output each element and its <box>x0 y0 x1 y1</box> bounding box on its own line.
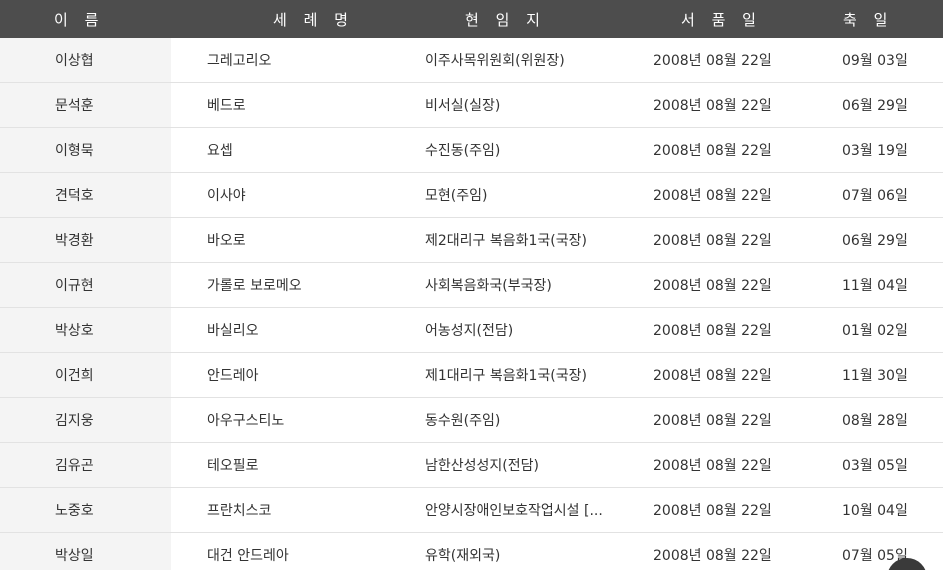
cell-assignment: 비서실(실장) <box>425 98 501 114</box>
cell-assignment: 수진동(주임) <box>425 143 501 159</box>
cell-feast-day: 01월 02일 <box>842 323 908 339</box>
cell-ordination-date: 2008년 08월 22일 <box>653 278 772 294</box>
cell-assignment: 모현(주임) <box>425 188 488 204</box>
cell-assignment: 어농성지(전담) <box>425 323 514 339</box>
cell-assignment: 동수원(주임) <box>425 413 501 429</box>
table-row[interactable]: 이상협 그레고리오 이주사목위원회(위원장) 2008년 08월 22일 09월 03일 <box>0 38 943 83</box>
cell-feast-day: 03월 19일 <box>842 143 908 159</box>
cell-ordination-date: 2008년 08월 22일 <box>653 98 772 114</box>
cell-assignment: 제2대리구 복음화1국(국장) <box>425 233 587 249</box>
cell-baptismal-name: 바실리오 <box>207 323 259 339</box>
cell-assignment: 안양시장애인보호작업시설 [... <box>425 503 603 519</box>
cell-baptismal-name: 바오로 <box>207 233 246 249</box>
cell-baptismal-name: 이사야 <box>207 188 246 204</box>
cell-assignment: 유학(재외국) <box>425 548 501 564</box>
table-body: 이상협 그레고리오 이주사목위원회(위원장) 2008년 08월 22일 09월 03일… <box>0 38 943 570</box>
table-row[interactable]: 김지웅 아우구스티노 동수원(주임) 2008년 08월 22일 08월 28일 <box>0 398 943 443</box>
cell-baptismal-name: 테오필로 <box>207 458 259 474</box>
cell-ordination-date: 2008년 08월 22일 <box>653 503 772 519</box>
cell-ordination-date: 2008년 08월 22일 <box>653 53 772 69</box>
cell-ordination-date: 2008년 08월 22일 <box>653 323 772 339</box>
cell-assignment: 사회복음화국(부국장) <box>425 278 552 294</box>
cell-name[interactable]: 견덕호 <box>0 173 171 217</box>
cell-ordination-date: 2008년 08월 22일 <box>653 458 772 474</box>
header-name[interactable]: 이 름 <box>0 9 171 30</box>
priest-table: 이 름 세 례 명 현 임 지 서 품 일 축 일 이상협 그레고리오 이주사목위원… <box>0 0 943 570</box>
cell-feast-day: 09월 03일 <box>842 53 908 69</box>
table-row[interactable]: 김유곤 테오필로 남한산성성지(전담) 2008년 08월 22일 03월 05일 <box>0 443 943 488</box>
table-row[interactable]: 이형묵 요셉 수진동(주임) 2008년 08월 22일 03월 19일 <box>0 128 943 173</box>
header-ordination-date[interactable]: 서 품 일 <box>617 9 800 30</box>
cell-ordination-date: 2008년 08월 22일 <box>653 368 772 384</box>
cell-name[interactable]: 문석훈 <box>0 83 171 127</box>
cell-assignment: 이주사목위원회(위원장) <box>425 53 565 69</box>
cell-name[interactable]: 김유곤 <box>0 443 171 487</box>
table-row[interactable]: 견덕호 이사야 모현(주임) 2008년 08월 22일 07월 06일 <box>0 173 943 218</box>
cell-ordination-date: 2008년 08월 22일 <box>653 188 772 204</box>
cell-baptismal-name: 안드레아 <box>207 368 259 384</box>
cell-name[interactable]: 노중호 <box>0 488 171 532</box>
cell-name[interactable]: 김지웅 <box>0 398 171 442</box>
cell-ordination-date: 2008년 08월 22일 <box>653 413 772 429</box>
cell-baptismal-name: 대건 안드레아 <box>207 548 289 564</box>
cell-name[interactable]: 박상호 <box>0 308 171 352</box>
table-header: 이 름 세 례 명 현 임 지 서 품 일 축 일 <box>0 0 943 38</box>
cell-ordination-date: 2008년 08월 22일 <box>653 143 772 159</box>
table-row[interactable]: 박상일 대건 안드레아 유학(재외국) 2008년 08월 22일 07월 05일 <box>0 533 943 570</box>
cell-feast-day: 10월 04일 <box>842 503 908 519</box>
header-assignment[interactable]: 현 임 지 <box>390 9 617 30</box>
cell-feast-day: 08월 28일 <box>842 413 908 429</box>
cell-name[interactable]: 이상협 <box>0 38 171 82</box>
cell-baptismal-name: 아우구스티노 <box>207 413 285 429</box>
cell-feast-day: 06월 29일 <box>842 233 908 249</box>
table-row[interactable]: 박상호 바실리오 어농성지(전담) 2008년 08월 22일 01월 02일 <box>0 308 943 353</box>
table-row[interactable]: 박경환 바오로 제2대리구 복음화1국(국장) 2008년 08월 22일 06월 29… <box>0 218 943 263</box>
cell-ordination-date: 2008년 08월 22일 <box>653 233 772 249</box>
cell-name[interactable]: 이규현 <box>0 263 171 307</box>
cell-feast-day: 07월 06일 <box>842 188 908 204</box>
header-baptismal-name[interactable]: 세 례 명 <box>171 9 390 30</box>
cell-name[interactable]: 박상일 <box>0 533 171 570</box>
cell-baptismal-name: 가롤로 보로메오 <box>207 278 302 294</box>
cell-feast-day: 11월 30일 <box>842 368 908 384</box>
table-row[interactable]: 이규현 가롤로 보로메오 사회복음화국(부국장) 2008년 08월 22일 11월 0… <box>0 263 943 308</box>
table-row[interactable]: 노중호 프란치스코 안양시장애인보호작업시설 [... 2008년 08월 22일 10… <box>0 488 943 533</box>
cell-feast-day: 03월 05일 <box>842 458 908 474</box>
table-row[interactable]: 문석훈 베드로 비서실(실장) 2008년 08월 22일 06월 29일 <box>0 83 943 128</box>
cell-name[interactable]: 이건희 <box>0 353 171 397</box>
cell-feast-day: 07월 05일 <box>842 548 908 564</box>
table-row[interactable]: 이건희 안드레아 제1대리구 복음화1국(국장) 2008년 08월 22일 11월 3… <box>0 353 943 398</box>
cell-baptismal-name: 베드로 <box>207 98 246 114</box>
cell-baptismal-name: 그레고리오 <box>207 53 272 69</box>
cell-baptismal-name: 요셉 <box>207 143 233 159</box>
cell-assignment: 제1대리구 복음화1국(국장) <box>425 368 587 384</box>
cell-name[interactable]: 이형묵 <box>0 128 171 172</box>
cell-ordination-date: 2008년 08월 22일 <box>653 548 772 564</box>
cell-feast-day: 11월 04일 <box>842 278 908 294</box>
cell-name[interactable]: 박경환 <box>0 218 171 262</box>
cell-baptismal-name: 프란치스코 <box>207 503 272 519</box>
cell-feast-day: 06월 29일 <box>842 98 908 114</box>
cell-assignment: 남한산성성지(전담) <box>425 458 539 474</box>
header-feast-day[interactable]: 축 일 <box>800 9 943 30</box>
